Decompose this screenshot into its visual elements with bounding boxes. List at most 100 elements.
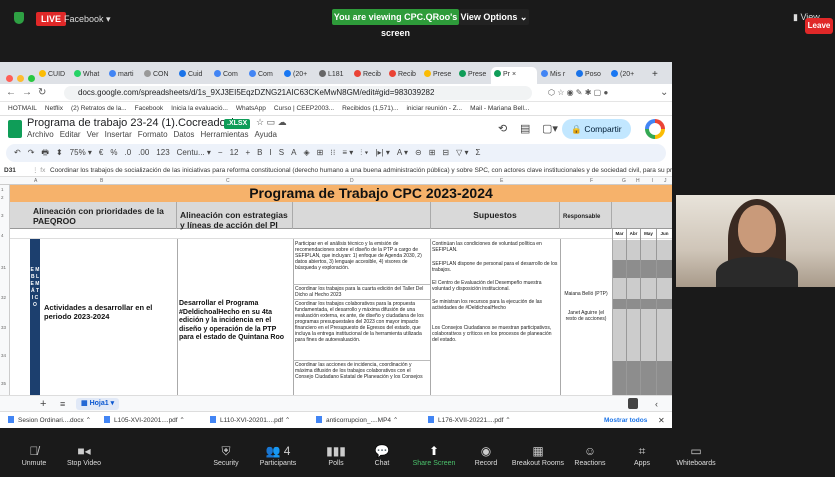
row-header[interactable]: 31 <box>1 265 6 270</box>
column-header[interactable]: E <box>500 177 503 185</box>
browser-tab[interactable]: Poso <box>573 67 607 84</box>
browser-tab[interactable]: Prese <box>456 67 490 84</box>
browser-tab[interactable]: CUID <box>36 67 70 84</box>
toolbar-button[interactable]: % <box>110 148 117 157</box>
row-header[interactable]: 32 <box>1 295 6 300</box>
comments-icon[interactable]: ▤ <box>520 122 530 135</box>
toolbar-button[interactable]: ⬍ <box>56 148 63 157</box>
bookmark-item[interactable]: (2) Retratos de la... <box>71 102 127 115</box>
menu-item[interactable]: Editar <box>60 130 81 139</box>
column-header[interactable]: F <box>590 177 593 185</box>
chevron-up-icon[interactable]: ⌃ <box>84 417 91 424</box>
url-input[interactable]: docs.google.com/spreadsheets/d/1s_9XJ3EI… <box>64 86 532 100</box>
action-cell-3[interactable]: Coordinar los trabajos colaborativos par… <box>295 301 428 359</box>
chevron-up-icon[interactable]: ⌃ <box>283 417 290 424</box>
bookmark-item[interactable]: Curso | CEEP2003... <box>274 102 334 115</box>
sheet-tab-hoja1[interactable]: ▦ Hoja1 ▾ <box>76 398 120 410</box>
browser-tab[interactable]: Prese <box>421 67 455 84</box>
toolbar-button[interactable]: ⁝⁝ <box>330 148 335 157</box>
row-header[interactable]: 33 <box>1 325 6 330</box>
toolbar-button[interactable]: ▽ ▾ <box>456 148 468 157</box>
browser-tab[interactable]: (20+ <box>281 67 315 84</box>
forward-icon[interactable]: → <box>22 86 32 100</box>
toolbar-button[interactable]: ⊟ <box>442 148 449 157</box>
supuesto-1[interactable]: Continúan las condiciones de voluntad po… <box>432 241 558 255</box>
toolbar-button[interactable]: .00 <box>138 148 149 157</box>
browser-tab[interactable]: Com <box>246 67 280 84</box>
toolbar-button[interactable]: A <box>291 148 296 157</box>
header-responsable[interactable]: Responsable <box>560 202 612 229</box>
participant-video[interactable] <box>676 195 835 287</box>
supuesto-3[interactable]: El Centro de Evaluación del Desempeño mu… <box>432 280 558 294</box>
menu-item[interactable]: Ayuda <box>254 130 277 139</box>
toolbar-button[interactable]: 75% ▾ <box>70 148 92 157</box>
account-avatar[interactable] <box>645 119 665 139</box>
row-header[interactable]: 4 <box>1 233 4 238</box>
stream-target-dropdown[interactable]: Facebook ▾ <box>64 12 111 26</box>
meet-icon[interactable]: ▢▾ <box>542 122 558 135</box>
formula-input[interactable]: Coordinar los trabajos de socialización … <box>50 164 672 176</box>
toolbar-button[interactable]: Centu... ▾ <box>177 148 211 157</box>
column-header[interactable]: D <box>350 177 354 185</box>
column-header[interactable]: J <box>664 177 667 185</box>
bookmark-item[interactable]: HOTMAIL <box>8 102 37 115</box>
column-header[interactable]: G <box>622 177 626 185</box>
toolbar-button[interactable]: ⊞ <box>429 148 436 157</box>
browser-tab[interactable]: Cuid <box>176 67 210 84</box>
toolbar-button[interactable]: .0 <box>125 148 132 157</box>
chat-button[interactable]: 💬 Chat <box>352 440 412 467</box>
row-header[interactable]: 35 <box>1 381 6 386</box>
live-badge[interactable]: LIVE <box>36 12 67 26</box>
toolbar-button[interactable]: + <box>246 148 251 157</box>
chevron-up-icon[interactable]: ⌃ <box>391 417 398 424</box>
shield-button[interactable]: ⛨ Security <box>196 440 256 467</box>
menu-item[interactable]: Formato <box>138 130 168 139</box>
history-icon[interactable]: ⟲ <box>498 122 507 135</box>
whiteboards-button[interactable]: ▭ Whiteboards <box>666 440 726 467</box>
header-pi[interactable]: Alineación con estrategias y líneas de a… <box>177 202 293 230</box>
month-may[interactable]: May <box>640 229 656 239</box>
menu-item[interactable]: Archivo <box>27 130 54 139</box>
download-item[interactable]: anticorrupcion_....MP4 ⌃ <box>316 412 398 428</box>
video-button[interactable]: ■◂ Stop Video <box>54 440 114 467</box>
bookmark-item[interactable]: Recibidos (1,571)... <box>342 102 398 115</box>
row-header[interactable]: 3 <box>1 213 4 218</box>
action-cell-4[interactable]: Coordinar las acciones de incidencia, co… <box>295 362 428 395</box>
toolbar-button[interactable]: ↷ <box>28 148 35 157</box>
browser-tab[interactable]: What <box>71 67 105 84</box>
toolbar-button[interactable]: 🖶 <box>41 148 49 157</box>
supuesto-2[interactable]: SEFIPLAN dispone de personal para el des… <box>432 261 558 275</box>
participants-button[interactable]: 👥 4 Participants <box>248 440 308 467</box>
toolbar-button[interactable]: ≡ ▾ <box>342 148 353 157</box>
new-tab-button[interactable]: + <box>649 67 658 84</box>
bookmark-item[interactable]: Netflix <box>45 102 63 115</box>
share-screen-button[interactable]: ⬆ Share Screen <box>404 440 464 467</box>
leave-button[interactable]: Leave <box>805 18 833 34</box>
doc-title[interactable]: Programa de trabajo 23-24 (1).Cocreadoxl… <box>27 117 245 129</box>
browser-tab[interactable]: Recib <box>386 67 420 84</box>
emblematico-label[interactable]: E M B L E M Á T I C O <box>30 239 40 395</box>
row-header[interactable]: 2 <box>1 195 4 200</box>
bookmark-item[interactable]: WhatsApp <box>236 102 266 115</box>
toolbar-button[interactable]: ↶ <box>14 148 21 157</box>
column-header[interactable]: B <box>100 177 103 185</box>
supuesto-4[interactable]: Se ministran los recursos para la ejecuc… <box>432 299 558 319</box>
browser-tab[interactable]: Com <box>211 67 245 84</box>
reactions-button[interactable]: ☺ Reactions <box>560 440 620 467</box>
download-item[interactable]: L176-XVII-20221....pdf ⌃ <box>428 412 511 428</box>
toolbar-button[interactable]: ◈ <box>303 148 309 157</box>
browser-tab[interactable]: CON <box>141 67 175 84</box>
menu-item[interactable]: Ver <box>87 130 99 139</box>
browser-tab[interactable]: Pr × <box>491 67 537 84</box>
extension-icons[interactable]: ⬡ ☆ ◉ ✎ ✱ ▢ ● <box>548 86 608 100</box>
minimize-window-icon[interactable] <box>17 75 24 82</box>
toolbar-button[interactable]: Σ <box>476 148 481 157</box>
sheets-logo-icon[interactable] <box>8 120 22 138</box>
activities-cell[interactable]: Actividades a desarrollar en el periodo … <box>44 303 172 321</box>
responsable-2[interactable]: Janet Aguirre (el resto de acciones) <box>562 310 610 330</box>
browser-tab[interactable]: Mis r <box>538 67 572 84</box>
chevron-up-icon[interactable]: ⌃ <box>178 417 184 424</box>
chevron-up-icon[interactable]: ⌃ <box>503 417 510 424</box>
chevron-down-icon[interactable]: ⌄ <box>660 86 668 100</box>
toolbar-button[interactable]: 12 <box>230 148 239 157</box>
